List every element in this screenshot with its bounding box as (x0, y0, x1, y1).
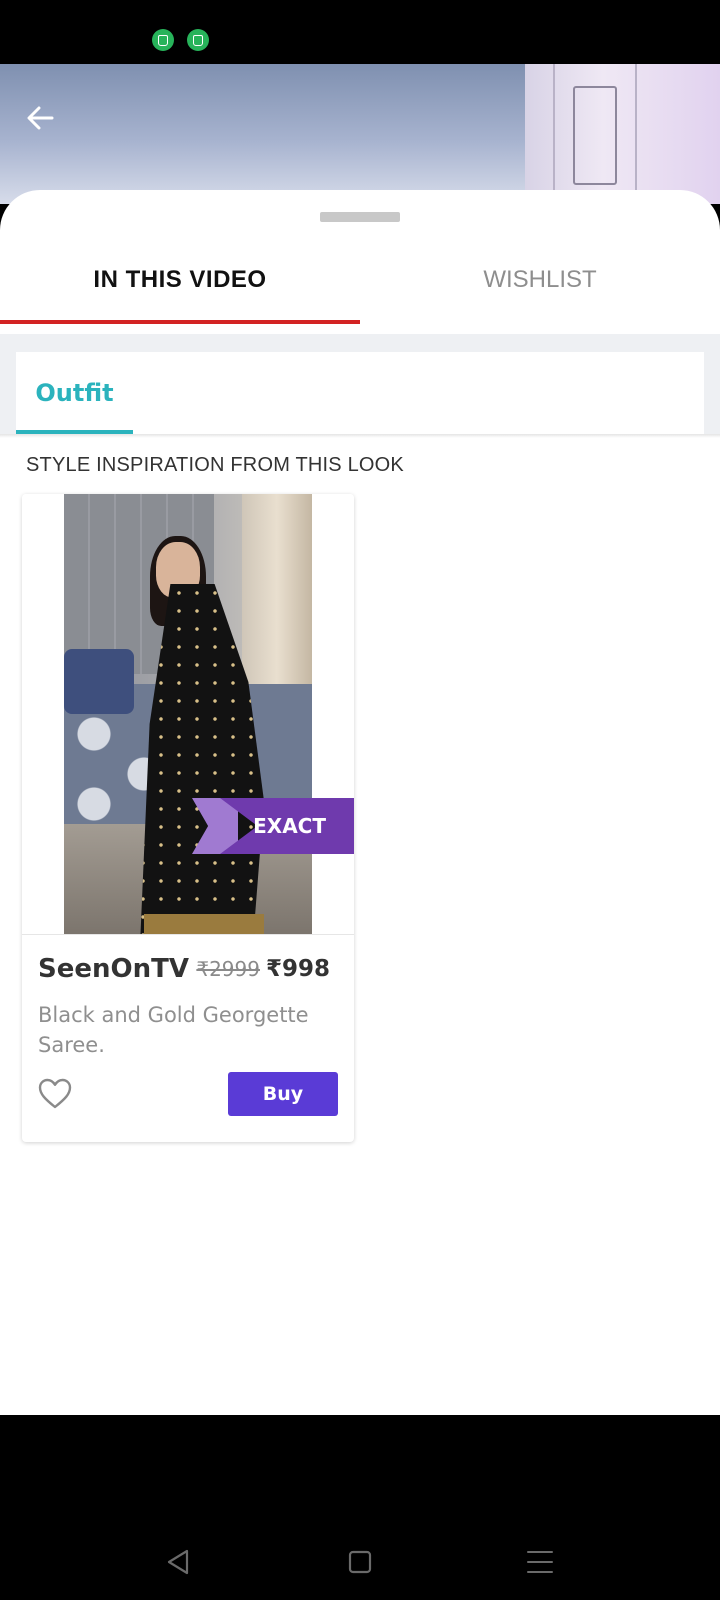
tab-bar: IN THIS VIDEO WISHLIST (0, 236, 720, 324)
screen: IN THIS VIDEO WISHLIST Outfit STYLE INSP… (0, 0, 720, 1600)
back-triangle-icon (167, 1549, 189, 1575)
home-square-icon (348, 1550, 372, 1574)
product-title: Black and Gold Georgette Saree. (38, 1003, 309, 1057)
nav-menu-button[interactable] (520, 1542, 560, 1582)
tab-in-this-video[interactable]: IN THIS VIDEO (0, 236, 360, 324)
wishlist-button[interactable] (38, 1078, 72, 1110)
status-bar (0, 0, 720, 64)
menu-lines-icon (527, 1551, 553, 1573)
product-image[interactable] (64, 494, 312, 934)
section-heading: STYLE INSPIRATION FROM THIS LOOK (26, 454, 404, 476)
arrow-left-icon (27, 106, 54, 130)
sale-price: ₹998 (265, 956, 330, 982)
sheet-drag-handle[interactable] (320, 212, 400, 222)
shopping-bag-icon (152, 29, 174, 51)
sub-tab-outfit[interactable]: Outfit (16, 352, 133, 434)
tab-content: Outfit STYLE INSPIRATION FROM THIS LOOK (0, 334, 720, 1415)
products-bottom-sheet: IN THIS VIDEO WISHLIST Outfit STYLE INSP… (0, 190, 720, 1415)
nav-back-button[interactable] (158, 1542, 198, 1582)
nav-home-button[interactable] (340, 1542, 380, 1582)
shopping-bag-icon (187, 29, 209, 51)
product-brand: SeenOnTV (38, 954, 189, 984)
divider-shadow (0, 434, 720, 438)
back-button[interactable] (20, 98, 60, 138)
original-price: ₹2999 (196, 957, 260, 981)
heart-outline-icon (38, 1078, 72, 1109)
buy-button[interactable]: Buy (228, 1072, 338, 1116)
product-card[interactable]: EXACT SeenOnTV ₹2999 ₹998 Black and Gold… (22, 494, 354, 1142)
video-background-door (525, 64, 720, 204)
active-tab-indicator (0, 320, 360, 324)
price-group: ₹2999 ₹998 (196, 956, 330, 982)
tab-wishlist[interactable]: WISHLIST (360, 236, 720, 324)
video-preview (0, 64, 720, 204)
sub-tab-band: Outfit (0, 334, 720, 434)
exact-badge-label: EXACT (253, 814, 326, 838)
system-nav-bar (0, 1415, 720, 1600)
product-image-area[interactable]: EXACT (22, 494, 354, 935)
sub-tab-bar: Outfit (16, 352, 704, 434)
exact-match-badge: EXACT (192, 798, 354, 854)
